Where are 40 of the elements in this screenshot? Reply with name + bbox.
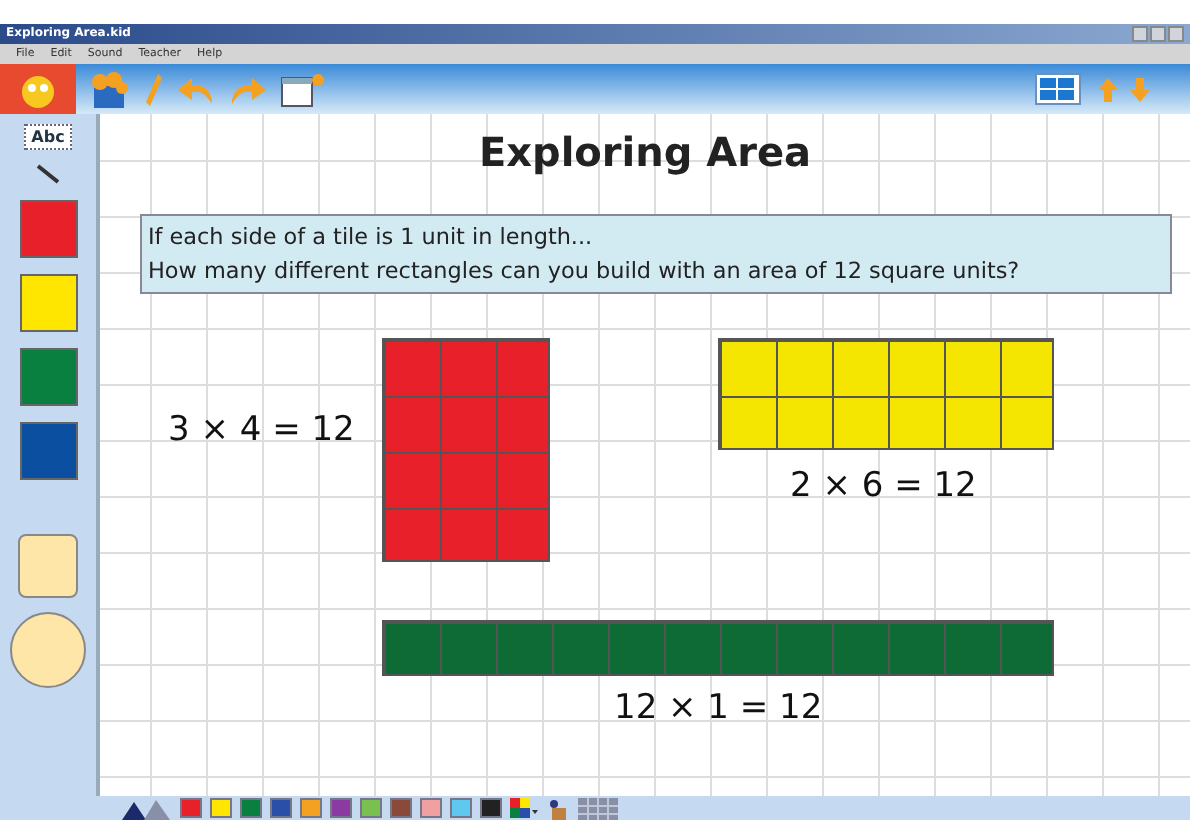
redo-icon[interactable] — [228, 73, 268, 105]
triangles-icon[interactable] — [120, 797, 172, 819]
palette-swatch[interactable] — [240, 798, 262, 818]
circle-shape-button[interactable] — [10, 612, 86, 688]
canvas-title: Exploring Area — [476, 128, 814, 176]
text-tool-button[interactable]: Abc — [23, 124, 73, 150]
palette-swatch[interactable] — [480, 798, 502, 818]
pencil-icon[interactable] — [144, 71, 164, 107]
equation-text: 12 × 1 = 12 — [614, 688, 823, 728]
minimize-button[interactable] — [1132, 26, 1148, 42]
color-tile-button[interactable] — [19, 200, 77, 258]
palette-swatch[interactable] — [360, 798, 382, 818]
equation-text: 2 × 6 = 12 — [790, 466, 977, 506]
blocks-icon[interactable] — [88, 69, 132, 109]
palette-swatch[interactable] — [210, 798, 232, 818]
up-arrow-icon[interactable] — [1098, 77, 1118, 101]
multicolor-icon[interactable] — [510, 797, 538, 819]
palette-swatch[interactable] — [270, 798, 292, 818]
grid-view-icon[interactable] — [1034, 71, 1086, 107]
question-text: If each side of a tile is 1 unit in length... — [148, 222, 595, 254]
figure-icon[interactable] — [546, 797, 570, 819]
palette-swatch[interactable] — [420, 798, 442, 818]
color-tile-button[interactable] — [19, 348, 77, 406]
color-tile-button[interactable] — [19, 422, 77, 480]
palette-swatch[interactable] — [450, 798, 472, 818]
palette-swatch[interactable] — [390, 798, 412, 818]
mascot-button[interactable] — [0, 64, 76, 114]
question-text: How many different rectangles can you build with an area of 12 square units? — [148, 256, 1022, 288]
square-shape-button[interactable] — [18, 534, 78, 598]
equation-text: 3 × 4 = 12 — [168, 410, 355, 450]
palette-swatch[interactable] — [330, 798, 352, 818]
maximize-button[interactable] — [1150, 26, 1166, 42]
note-window-icon[interactable] — [280, 71, 324, 107]
palette-swatch[interactable] — [180, 798, 202, 818]
line-tool-icon[interactable] — [36, 164, 60, 184]
close-button[interactable] — [1168, 26, 1184, 42]
color-tile-button[interactable] — [19, 274, 77, 332]
down-arrow-icon[interactable] — [1130, 77, 1150, 101]
palette-swatch[interactable] — [300, 798, 322, 818]
undo-icon[interactable] — [176, 73, 216, 105]
